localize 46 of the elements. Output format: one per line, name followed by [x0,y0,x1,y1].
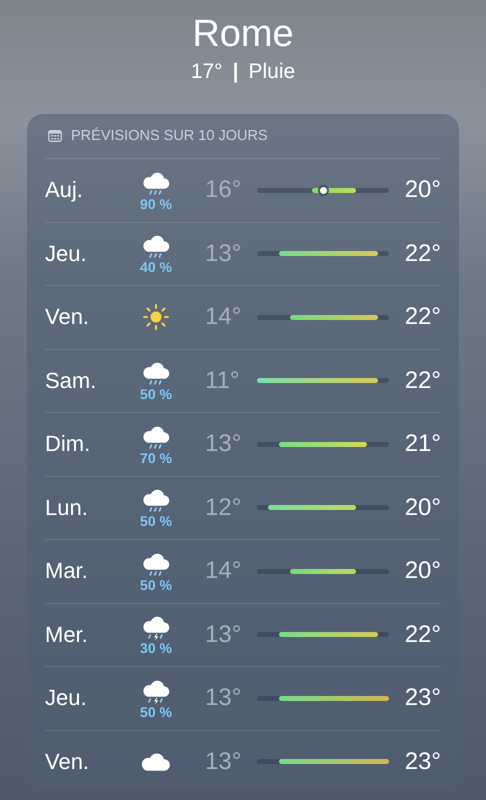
day-label: Jeu. [45,240,88,267]
high-temperature: 22° [404,240,441,268]
precipitation-chance: 50 % [140,514,172,530]
day-label: Auj. [45,177,84,204]
high-temperature: 20° [404,494,441,522]
day-label: Ven. [45,748,90,775]
temperature-range-bar [290,568,356,574]
high-temperature: 21° [404,430,441,458]
current-temperature: 17° [190,59,223,85]
low-temperature: 13° [205,684,242,712]
high-temperature: 23° [404,748,441,776]
high-temperature: 23° [404,684,441,712]
day-label: Sam. [45,368,98,394]
city-name: Rome [192,12,294,56]
high-temperature: 20° [404,176,441,204]
day-label: Lun. [45,494,89,521]
high-temperature: 22° [404,303,441,332]
low-temperature: 13° [205,620,242,649]
day-label: Mar. [45,558,89,584]
day-label: Ven. [45,304,90,330]
precipitation-chance: 90 % [140,196,172,212]
calendar-icon [48,130,62,142]
low-temperature: 13° [205,430,242,458]
separator: | [232,59,238,85]
low-temperature: 16° [205,176,242,204]
high-temperature: 22° [404,620,441,649]
precipitation-chance: 70 % [140,450,172,466]
high-temperature: 20° [404,557,441,586]
day-label: Mer. [45,622,89,648]
sun-icon [142,303,170,332]
high-temperature: 22° [404,366,441,395]
precipitation-chance: 50 % [140,578,172,593]
precipitation-chance: 30 % [140,641,172,656]
weather-condition: Pluie [248,59,296,85]
low-temperature: 14° [205,557,242,586]
low-temperature: 14° [205,303,242,332]
precipitation-chance: 50 % [140,387,172,402]
low-temperature: 12° [205,494,242,522]
low-temperature: 11° [205,366,241,395]
precipitation-chance: 50 % [140,704,172,720]
section-title: PRÉVISIONS SUR 10 JOURS [71,128,268,144]
precipitation-chance: 40 % [140,260,172,276]
low-temperature: 13° [205,748,242,776]
low-temperature: 13° [205,240,242,268]
day-label: Dim. [45,431,92,458]
day-label: Jeu. [45,685,88,712]
